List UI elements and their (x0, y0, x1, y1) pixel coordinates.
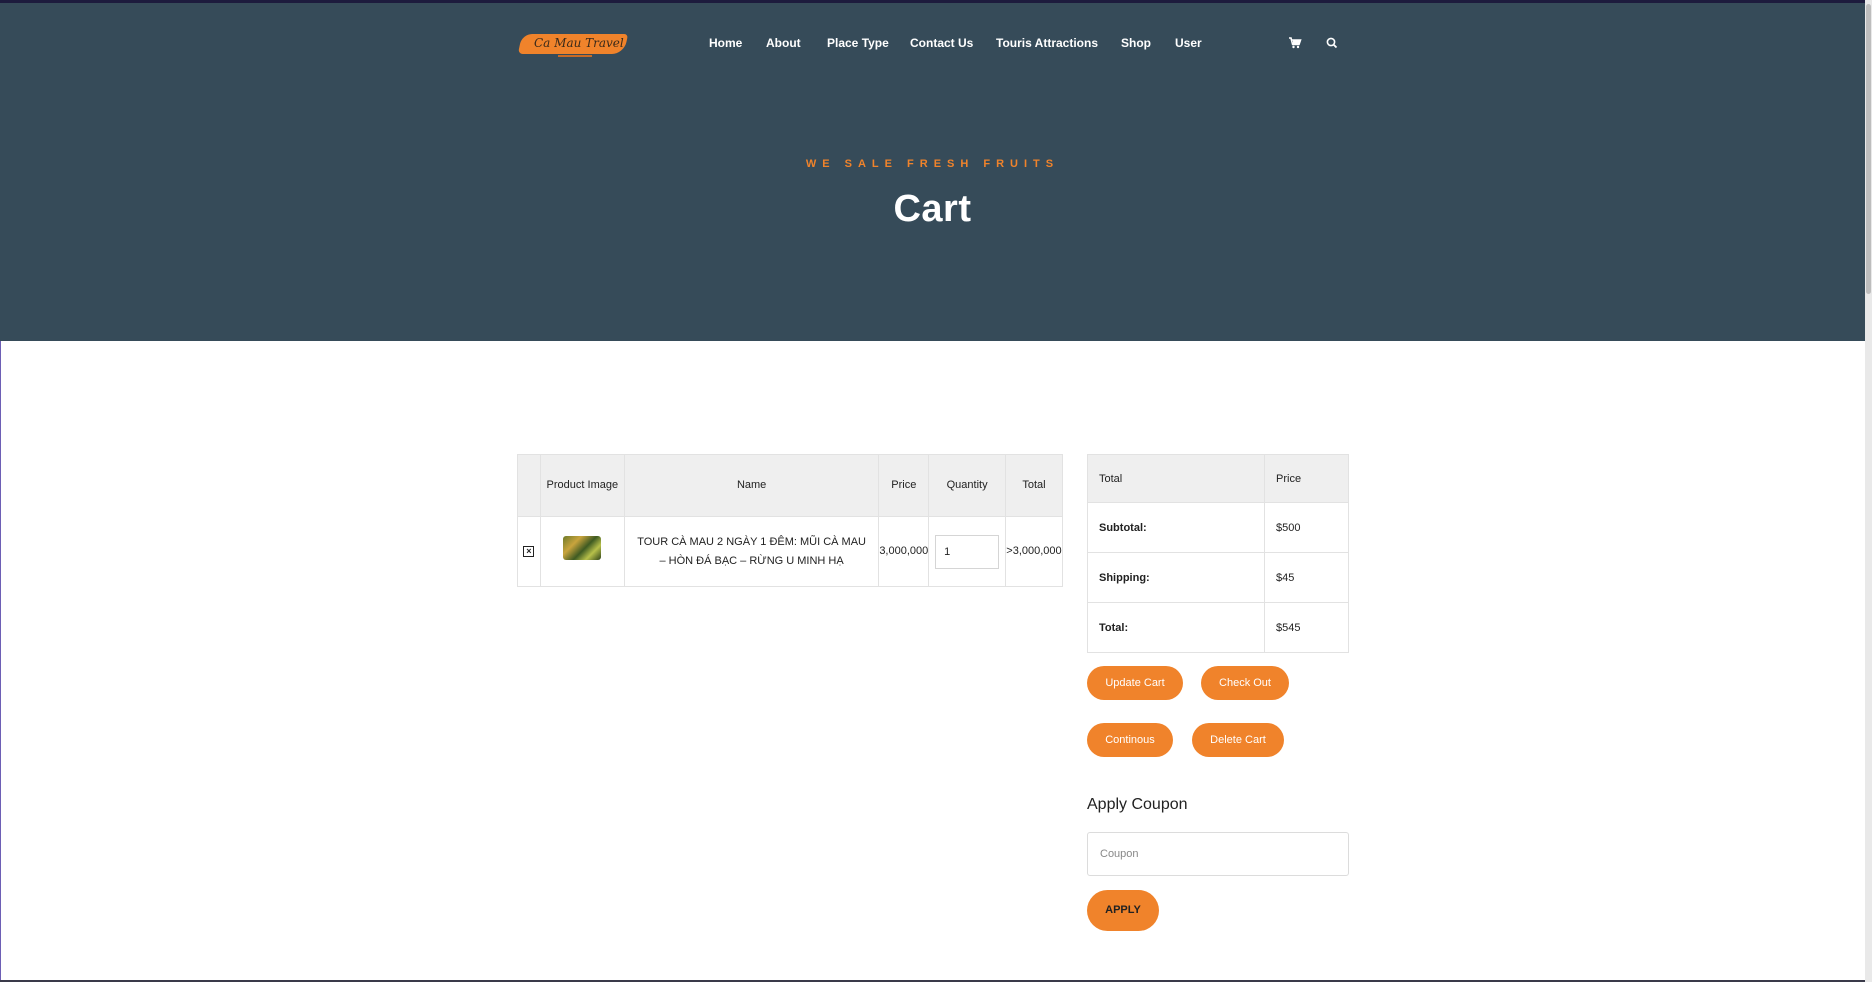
subtotal-label: Subtotal: (1087, 502, 1265, 553)
shipping-row: Shipping: $45 (1087, 552, 1349, 603)
continue-shopping-button[interactable]: Continous (1087, 723, 1173, 757)
left-edge (0, 341, 1, 982)
cart-icon[interactable] (1288, 36, 1302, 50)
col-product-image: Product Image (539, 454, 625, 517)
delete-cart-button[interactable]: Delete Cart (1192, 723, 1284, 757)
nav-touris-attractions[interactable]: Touris Attractions (996, 36, 1098, 50)
check-out-button[interactable]: Check Out (1201, 666, 1289, 700)
col-total: Total (1004, 454, 1064, 517)
product-image-cell (539, 516, 625, 587)
nav-home[interactable]: Home (709, 36, 742, 50)
update-cart-button[interactable]: Update Cart (1087, 666, 1183, 700)
col-quantity: Quantity (928, 454, 1006, 517)
subtotal-value: $500 (1264, 502, 1349, 553)
page-title: Cart (893, 188, 972, 230)
shipping-value: $45 (1264, 552, 1349, 603)
nav-place-type[interactable]: Place Type (827, 36, 889, 50)
cart-table-header: Product Image Name Price Quantity Total (517, 454, 1064, 517)
remove-cell: × (517, 516, 541, 587)
logo-text: Ca Mau Travel (534, 36, 624, 50)
hero-subtitle: WE SALE FRESH FRUITS (805, 158, 1060, 170)
cart-totals-table: Total Price Subtotal: $500 Shipping: $45… (1087, 454, 1349, 653)
page-scrollbar[interactable] (1865, 0, 1872, 982)
total-row: Total: $545 (1087, 602, 1349, 653)
site-logo[interactable]: Ca Mau Travel (517, 32, 629, 58)
col-remove (517, 454, 541, 517)
logo-underline (558, 55, 592, 57)
hero-banner: Ca Mau Travel Home About Place Type Cont… (0, 3, 1865, 341)
table-row: × TOUR CÀ MAU 2 NGÀY 1 ĐÊM: MŨI CÀ MAU –… (517, 516, 1064, 587)
quantity-cell (928, 516, 1006, 587)
col-name: Name (623, 454, 880, 517)
scrollbar-thumb[interactable] (1866, 4, 1871, 294)
apply-coupon-button[interactable]: APPLY (1087, 890, 1159, 931)
search-icon[interactable] (1325, 36, 1339, 50)
product-price: 3,000,000 (878, 516, 930, 587)
product-total: >3,000,000 (1004, 516, 1064, 587)
totals-col-price: Price (1264, 454, 1349, 503)
coupon-input[interactable] (1087, 832, 1349, 876)
col-price: Price (878, 454, 930, 517)
totals-col-label: Total (1087, 454, 1265, 503)
shipping-label: Shipping: (1087, 552, 1265, 603)
apply-coupon-heading: Apply Coupon (1087, 796, 1188, 813)
total-value: $545 (1264, 602, 1349, 653)
nav-about[interactable]: About (766, 36, 801, 50)
cart-table: Product Image Name Price Quantity Total … (517, 454, 1064, 587)
nav-user[interactable]: User (1175, 36, 1202, 50)
remove-item-icon[interactable]: × (523, 546, 535, 557)
product-name: TOUR CÀ MAU 2 NGÀY 1 ĐÊM: MŨI CÀ MAU – H… (623, 516, 880, 587)
product-thumbnail[interactable] (563, 536, 602, 560)
nav-contact-us[interactable]: Contact Us (910, 36, 973, 50)
quantity-input[interactable] (935, 534, 1000, 569)
total-label: Total: (1087, 602, 1265, 653)
nav-shop[interactable]: Shop (1121, 36, 1151, 50)
totals-header: Total Price (1087, 454, 1349, 503)
subtotal-row: Subtotal: $500 (1087, 502, 1349, 553)
